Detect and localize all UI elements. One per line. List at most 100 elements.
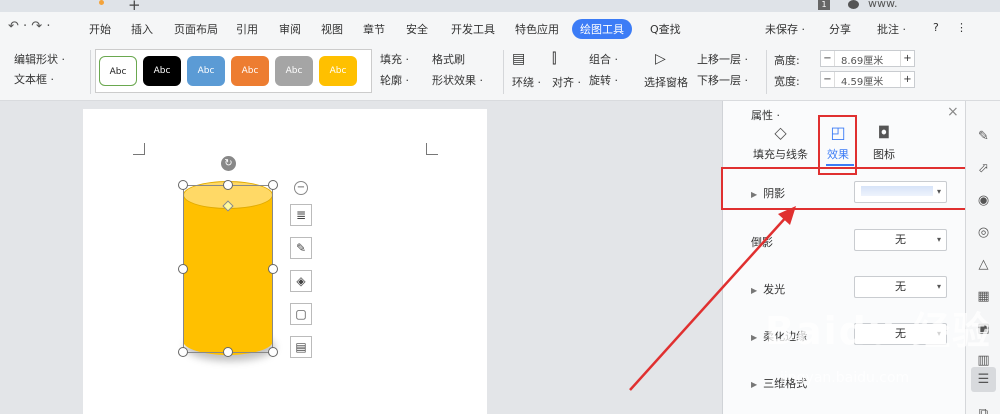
outline-button[interactable]: 轮廓 · [380, 72, 409, 88]
panel-title[interactable]: 属性 · [751, 107, 780, 123]
menu-features[interactable]: 特色应用 [515, 21, 559, 37]
shape-style-gallery: Abc Abc Abc Abc Abc Abc [95, 49, 372, 93]
reflection-select[interactable]: 无 ▾ [854, 229, 947, 251]
wrap-button[interactable]: 环绕 · [512, 74, 541, 90]
fill-button[interactable]: 填充 · [380, 51, 409, 67]
style-swatch-orange[interactable]: Abc [231, 56, 269, 86]
expand-triangle-icon: ▶ [751, 286, 758, 295]
wrap-text-icon[interactable]: ≣ [290, 204, 312, 226]
cursor-icon[interactable]: ⬀ [975, 160, 992, 177]
share-button[interactable]: 分享 [829, 21, 851, 37]
reflection-row[interactable]: 倒影 [751, 234, 773, 250]
resize-handle[interactable] [223, 180, 233, 190]
edit-shape-button[interactable]: 编辑形状 · [14, 51, 65, 67]
format-painter-button[interactable]: 格式刷 [432, 51, 465, 67]
unsaved-dot-icon [99, 0, 104, 5]
glow-label: 发光 [763, 283, 786, 296]
reflection-value: 无 [895, 233, 906, 246]
glow-row[interactable]: ▶ 发光 [751, 281, 785, 297]
width-value[interactable]: 4.59厘米 [841, 73, 883, 88]
group-button[interactable]: 组合 · [589, 51, 618, 67]
rotate-button[interactable]: 旋转 · [589, 72, 618, 88]
textbox-icon[interactable]: ▤ [290, 336, 312, 358]
location-icon[interactable]: ◉ [975, 192, 992, 209]
menu-search[interactable]: Q查找 [650, 21, 681, 37]
shape-effects-button[interactable]: 形状效果 · [432, 72, 483, 88]
resize-handle[interactable] [223, 347, 233, 357]
baidu-watermark: Baidu 经验 [765, 309, 993, 353]
send-backward-button[interactable]: 下移一层 · [697, 72, 748, 88]
ribbon-toolbar: 编辑形状 · 文本框 · Abc Abc Abc Abc Abc Abc 填充 … [0, 44, 1000, 101]
resize-handle[interactable] [178, 264, 188, 274]
shape-icon: ◘ [877, 123, 891, 142]
properties-settings-icon[interactable]: ☰ [971, 367, 996, 392]
align-button[interactable]: 对齐 · [552, 74, 581, 90]
shapes-icon[interactable]: ◎ [975, 224, 992, 241]
menu-start[interactable]: 开始 [89, 21, 111, 37]
style-swatch-white[interactable]: Abc [99, 56, 137, 86]
style-swatch-gray[interactable]: Abc [275, 56, 313, 86]
unsaved-button[interactable]: 未保存 · [765, 21, 805, 37]
resize-handle[interactable] [268, 347, 278, 357]
frame-icon[interactable]: ▢ [290, 303, 312, 325]
expand-triangle-icon: ▶ [751, 333, 758, 342]
width-label: 宽度: [774, 75, 800, 88]
menu-view[interactable]: 视图 [321, 21, 343, 37]
undo-redo-buttons[interactable]: ↶ · ↷ · [8, 19, 50, 34]
resize-handle[interactable] [178, 347, 188, 357]
resize-handle[interactable] [178, 180, 188, 190]
wrap-icon: ▤ [512, 51, 526, 67]
more-menu-button[interactable]: ⋮ [956, 21, 967, 34]
copy-icon[interactable]: ⧉ [975, 405, 992, 414]
height-value[interactable]: 8.69厘米 [841, 52, 883, 67]
site-label: www. [868, 0, 898, 10]
baidu-watermark-url: jingyan.baidu.com [780, 370, 910, 386]
chevron-down-icon: ▾ [936, 282, 941, 291]
align-icon: ⫿ [552, 51, 557, 67]
resize-handle[interactable] [268, 264, 278, 274]
style-swatch-blue[interactable]: Abc [187, 56, 225, 86]
help-button[interactable]: ? [933, 21, 939, 34]
menu-drawing-tools[interactable]: 绘图工具 [572, 19, 632, 39]
width-decrease-button[interactable]: − [821, 72, 835, 87]
document-page[interactable] [83, 109, 487, 414]
triangle-icon[interactable]: △ [975, 256, 992, 273]
account-badge[interactable]: 1 [818, 0, 830, 10]
menu-developer[interactable]: 开发工具 [451, 21, 495, 37]
height-decrease-button[interactable]: − [821, 51, 835, 66]
fill-bucket-icon[interactable]: ◈ [290, 270, 312, 292]
menu-bar: ↶ · ↷ · 开始 插入 页面布局 引用 审阅 视图 章节 安全 开发工具 特… [0, 12, 1000, 44]
height-label: 高度: [774, 54, 800, 67]
collapse-toolbar-icon[interactable]: − [294, 181, 308, 195]
pen-icon[interactable]: ✎ [975, 128, 992, 145]
paint-bucket-icon: ◇ [774, 123, 787, 142]
chevron-down-icon: ▾ [936, 235, 941, 244]
effects-tab-highlight [818, 115, 857, 175]
resize-handle[interactable] [268, 180, 278, 190]
bring-forward-button[interactable]: 上移一层 · [697, 51, 748, 67]
rotate-handle-icon[interactable]: ↻ [221, 156, 236, 171]
textbox-button[interactable]: 文本框 · [14, 71, 54, 87]
menu-chapter[interactable]: 章节 [363, 21, 385, 37]
tab-fill-line[interactable]: ◇ 填充与线条 [753, 123, 808, 162]
selection-pane-button[interactable]: 选择窗格 [644, 74, 688, 90]
menu-review[interactable]: 审阅 [279, 21, 301, 37]
avatar[interactable] [848, 0, 859, 9]
tab-icon[interactable]: ◘ 图标 [873, 123, 895, 162]
width-stepper[interactable]: − 4.59厘米 + [820, 71, 915, 88]
width-increase-button[interactable]: + [900, 72, 914, 87]
style-swatch-black[interactable]: Abc [143, 56, 181, 86]
pen-outline-icon[interactable]: ✎ [290, 237, 312, 259]
height-stepper[interactable]: − 8.69厘米 + [820, 50, 915, 67]
glow-value: 无 [895, 280, 906, 293]
close-icon[interactable]: × [947, 104, 959, 120]
tab-fill-line-label: 填充与线条 [753, 148, 808, 161]
glow-select[interactable]: 无 ▾ [854, 276, 947, 298]
height-increase-button[interactable]: + [900, 51, 914, 66]
style-swatch-gold[interactable]: Abc [319, 56, 357, 86]
menu-security[interactable]: 安全 [406, 21, 428, 37]
menu-references[interactable]: 引用 [236, 21, 258, 37]
comment-button[interactable]: 批注 · [877, 21, 906, 37]
menu-page-layout[interactable]: 页面布局 [174, 21, 218, 37]
menu-insert[interactable]: 插入 [131, 21, 153, 37]
